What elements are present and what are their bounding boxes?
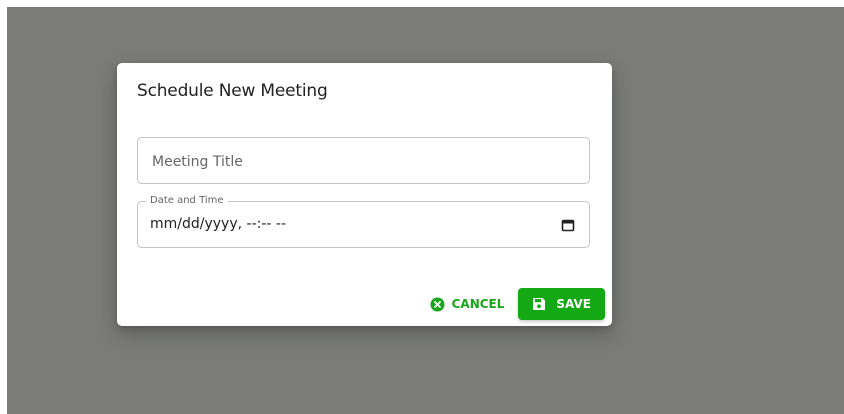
floppy-disk-icon — [532, 297, 547, 312]
save-button[interactable]: SAVE — [518, 288, 605, 320]
save-label: SAVE — [556, 297, 591, 311]
meeting-title-field[interactable] — [137, 137, 590, 185]
dialog-title: Schedule New Meeting — [137, 81, 328, 101]
dialog-actions: CANCEL SAVE — [420, 288, 605, 320]
schedule-meeting-dialog: Schedule New Meeting Date and Time mm/dd… — [117, 63, 612, 326]
cancel-label: CANCEL — [451, 297, 505, 311]
date-time-input[interactable]: mm/dd/yyyy, --:-- -- — [150, 216, 286, 232]
calendar-icon[interactable] — [561, 218, 575, 232]
date-time-label: Date and Time — [146, 195, 228, 207]
date-time-field[interactable]: Date and Time mm/dd/yyyy, --:-- -- — [137, 195, 590, 248]
meeting-title-input[interactable] — [150, 138, 574, 185]
cancel-button[interactable]: CANCEL — [420, 288, 515, 320]
close-circle-icon — [430, 297, 445, 312]
